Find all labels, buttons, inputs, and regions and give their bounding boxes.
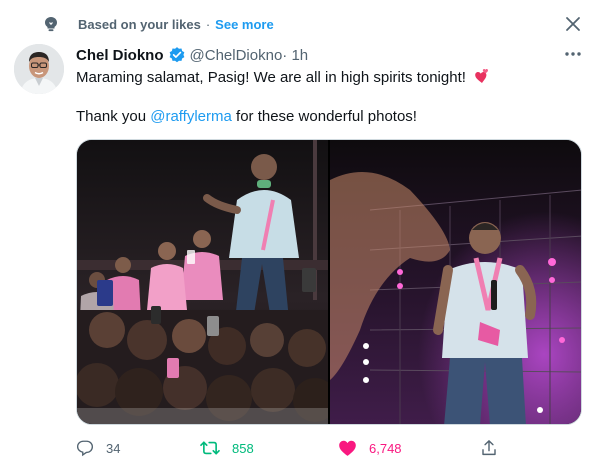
author-display-name[interactable]: Chel Diokno: [76, 47, 164, 64]
reply-button[interactable]: 34: [76, 436, 120, 460]
tweet-text-prefix: Thank you: [76, 108, 151, 125]
social-context: Based on your likes · See more: [45, 14, 274, 34]
mention-link[interactable]: @raffylerma: [150, 108, 232, 125]
like-count: 6,748: [369, 440, 402, 456]
tweet-header: Chel Diokno @ChelDiokno · 1h: [76, 44, 308, 66]
two-hearts-emoji-icon: [472, 67, 490, 91]
close-icon[interactable]: [565, 16, 581, 32]
reply-count: 34: [106, 440, 121, 456]
rally-crowd-photo[interactable]: [77, 140, 328, 424]
heart-icon[interactable]: [338, 439, 357, 457]
tweet-text-suffix: for these wonderful photos!: [231, 108, 417, 125]
like-button[interactable]: 6,748: [338, 436, 402, 460]
more-icon[interactable]: [564, 51, 582, 57]
context-separator: ·: [205, 16, 211, 32]
verified-badge-icon: [169, 47, 184, 63]
media-grid: [76, 139, 582, 425]
lightbulb-icon: [44, 16, 58, 32]
see-more-link[interactable]: See more: [215, 17, 274, 32]
tweet-text-line-2: Thank you @raffylerma for these wonderfu…: [76, 107, 417, 127]
close-button[interactable]: [561, 12, 585, 36]
tweet-text-line-1: Maraming salamat, Pasig! We are all in h…: [76, 67, 490, 91]
context-label: Based on your likes: [78, 16, 201, 32]
avatar[interactable]: [14, 44, 64, 94]
tweet-text: Maraming salamat, Pasig! We are all in h…: [76, 69, 466, 86]
share-icon[interactable]: [480, 439, 498, 457]
retweet-button[interactable]: 858: [200, 436, 254, 460]
tweet-timestamp[interactable]: · 1h: [282, 47, 308, 64]
retweet-icon[interactable]: [200, 439, 220, 457]
tweet-actions: 34 858 6,748: [76, 436, 582, 460]
reply-icon[interactable]: [76, 439, 94, 457]
speaker-on-stage-photo[interactable]: [330, 140, 581, 424]
retweet-count: 858: [232, 440, 254, 456]
share-button[interactable]: [480, 436, 498, 460]
author-handle[interactable]: @ChelDiokno: [190, 47, 283, 64]
more-options-button[interactable]: [561, 44, 585, 64]
